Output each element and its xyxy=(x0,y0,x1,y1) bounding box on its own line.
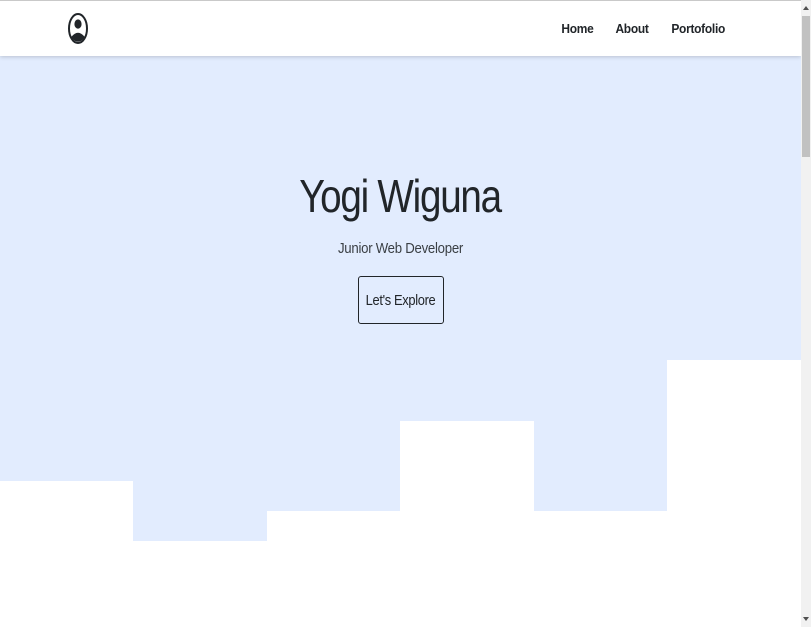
window-top-border xyxy=(0,0,811,1)
scrollbar-thumb[interactable] xyxy=(802,16,810,157)
scroll-up-arrow-icon[interactable] xyxy=(801,3,811,13)
user-avatar-icon[interactable] xyxy=(68,13,88,44)
hero-stepped-background xyxy=(0,56,801,541)
nav-link-home[interactable]: Home xyxy=(561,21,593,36)
hero-content: Yogi Wiguna Junior Web Developer Let's E… xyxy=(0,166,801,324)
navbar: Home About Portofolio xyxy=(0,1,801,56)
nav-links: Home About Portofolio xyxy=(560,1,727,56)
scroll-down-arrow-icon[interactable] xyxy=(801,614,811,624)
explore-button[interactable]: Let's Explore xyxy=(357,276,444,324)
hero-subtitle: Junior Web Developer xyxy=(337,240,464,257)
vertical-scrollbar[interactable] xyxy=(801,0,811,627)
nav-link-portofolio[interactable]: Portofolio xyxy=(671,21,725,36)
explore-button-label: Let's Explore xyxy=(365,291,436,309)
nav-link-about[interactable]: About xyxy=(615,21,648,36)
hero-section: Yogi Wiguna Junior Web Developer Let's E… xyxy=(0,56,801,627)
page: Home About Portofolio Yogi Wiguna Junior… xyxy=(0,0,801,627)
hero-title: Yogi Wiguna xyxy=(299,170,503,222)
